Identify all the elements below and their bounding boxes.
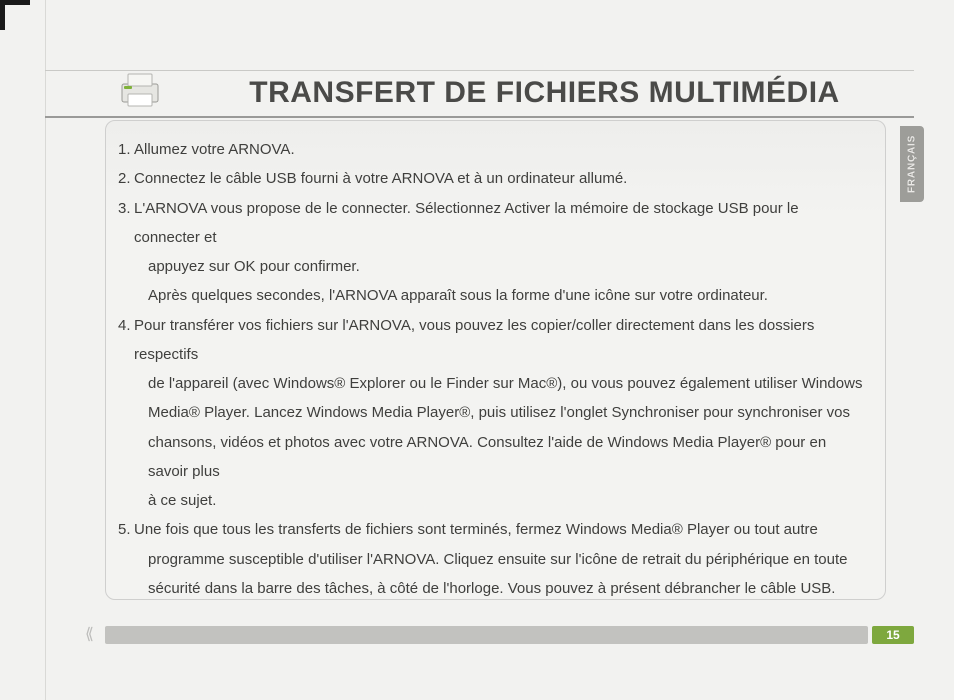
- step-number: 3.: [118, 194, 134, 311]
- step-3: 3. L'ARNOVA vous propose de le connecter…: [118, 194, 867, 311]
- step-4: 4. Pour transférer vos fichiers sur l'AR…: [118, 311, 867, 516]
- step-line: L'ARNOVA vous propose de le connecter. S…: [134, 194, 867, 253]
- step-text: Une fois que tous les transferts de fich…: [134, 515, 867, 603]
- step-number: 4.: [118, 311, 134, 516]
- footer-ticks-icon: ⟪: [85, 626, 105, 644]
- page-number-badge: 15: [872, 626, 914, 644]
- step-line: Allumez votre ARNOVA.: [134, 135, 867, 164]
- step-line: de l'appareil (avec Windows® Explorer ou…: [134, 369, 867, 398]
- instructions-panel: 1. Allumez votre ARNOVA. 2. Connectez le…: [105, 120, 886, 600]
- step-line: Une fois que tous les transferts de fich…: [134, 515, 867, 544]
- step-line: sécurité dans la barre des tâches, à côt…: [134, 574, 867, 603]
- step-1: 1. Allumez votre ARNOVA.: [118, 135, 867, 164]
- step-number: 1.: [118, 135, 134, 164]
- step-line: chansons, vidéos et photos avec votre AR…: [134, 428, 867, 487]
- printer-icon: [105, 70, 175, 110]
- footer-bar: ⟪ 15: [85, 626, 914, 644]
- step-text: Pour transférer vos fichiers sur l'ARNOV…: [134, 311, 867, 516]
- step-line: Après quelques secondes, l'ARNOVA appara…: [134, 281, 867, 310]
- heading-block: TRANSFERT DE FICHIERS MULTIMÉDIA: [45, 70, 914, 118]
- scan-edge-mark-horizontal: [0, 0, 30, 5]
- step-line: à ce sujet.: [134, 486, 867, 515]
- step-line: Connectez le câble USB fourni à votre AR…: [134, 164, 867, 193]
- step-line: appuyez sur OK pour confirmer.: [134, 252, 867, 281]
- manual-page: TRANSFERT DE FICHIERS MULTIMÉDIA 1. Allu…: [0, 0, 954, 700]
- step-number: 2.: [118, 164, 134, 193]
- step-number: 5.: [118, 515, 134, 603]
- footer-progress-bar: [105, 626, 868, 644]
- step-text: L'ARNOVA vous propose de le connecter. S…: [134, 194, 867, 311]
- step-line: Pour transférer vos fichiers sur l'ARNOV…: [134, 311, 867, 370]
- page-title: TRANSFERT DE FICHIERS MULTIMÉDIA: [175, 76, 914, 110]
- step-line: Media® Player. Lancez Windows Media Play…: [134, 398, 867, 427]
- language-tab-francais: FRANÇAIS: [900, 126, 924, 202]
- step-2: 2. Connectez le câble USB fourni à votre…: [118, 164, 867, 193]
- step-line: programme susceptible d'utiliser l'ARNOV…: [134, 545, 867, 574]
- step-text: Connectez le câble USB fourni à votre AR…: [134, 164, 867, 193]
- step-5: 5. Une fois que tous les transferts de f…: [118, 515, 867, 603]
- step-text: Allumez votre ARNOVA.: [134, 135, 867, 164]
